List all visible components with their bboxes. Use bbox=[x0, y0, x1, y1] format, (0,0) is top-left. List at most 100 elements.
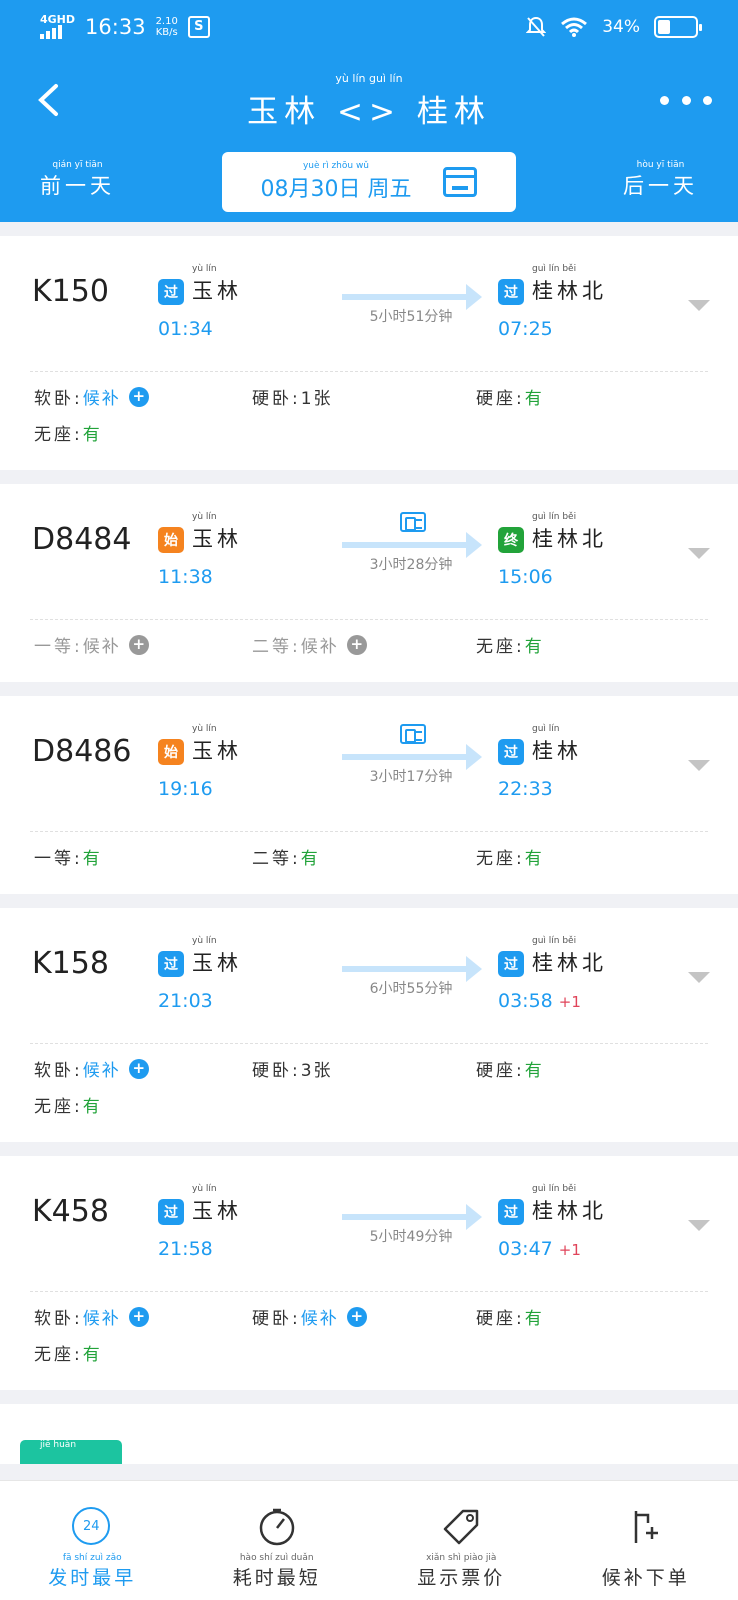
seat-class: 无座: 有 bbox=[34, 420, 102, 445]
waitlist-icon bbox=[626, 1507, 666, 1547]
seat-class: 硬座: 有 bbox=[476, 384, 544, 409]
train-number: K150 bbox=[32, 274, 109, 309]
waitlist-add-button[interactable]: + bbox=[346, 1306, 367, 1327]
arrival-time: 22:33 bbox=[498, 778, 553, 800]
seat-class-name: 硬座: bbox=[476, 389, 525, 409]
seat-class-name: 软卧: bbox=[34, 1061, 83, 1081]
seat-class-name: 二等: bbox=[252, 849, 301, 869]
seat-status: 1张 bbox=[300, 389, 333, 409]
seat-status: 候补 bbox=[300, 1309, 339, 1329]
date-label: yuè rì zhōu wǔ 08月30日 周五 bbox=[260, 161, 412, 202]
bottom-tab-bar: 24 fā shí zuì zǎo 发时最早 hào shí zuì duǎn 耗时最短… bbox=[0, 1480, 738, 1600]
expand-chevron-icon[interactable] bbox=[688, 548, 710, 559]
train-card[interactable]: K158 过 yù lín 玉林 21:03 6小时55分钟 过 guì lín běi 桂林北… bbox=[0, 908, 738, 1142]
station-name: guì lín 桂林 bbox=[532, 724, 582, 763]
station-name: yù lín 玉林 bbox=[192, 512, 242, 551]
station-type-badge: 过 bbox=[498, 279, 524, 305]
tab-label: fā shí zuì zǎo 发时最早 bbox=[48, 1553, 137, 1589]
train-card[interactable]: D8484 始 yù lín 玉林 11:38 3小时28分钟 终 guì lín běi 桂林… bbox=[0, 484, 738, 682]
station-type-badge: 过 bbox=[498, 951, 524, 977]
station-name: guì lín běi 桂林北 bbox=[532, 1184, 607, 1223]
seat-availability: 软卧: 候补 + 硬卧: 3张 硬座: 有无座: 有 bbox=[0, 1044, 738, 1142]
seat-class: 软卧: 候补 + bbox=[34, 384, 149, 409]
seat-class: 硬卧: 候补 + bbox=[252, 1304, 367, 1329]
seat-status: 有 bbox=[300, 849, 320, 869]
train-number: K458 bbox=[32, 1194, 109, 1229]
train-card[interactable]: K150 过 yù lín 玉林 01:34 5小时51分钟 过 guì lín běi 桂林北… bbox=[0, 236, 738, 470]
status-bar: 4GHD 16:33 2.10 KB/s S 34% bbox=[0, 0, 738, 58]
seat-class-name: 一等: bbox=[34, 849, 83, 869]
waitlist-add-button[interactable]: + bbox=[346, 634, 367, 655]
next-day-marker: +1 bbox=[558, 993, 581, 1011]
train-card[interactable]: K458 过 yù lín 玉林 21:58 5小时49分钟 过 guì lín běi 桂林北… bbox=[0, 1156, 738, 1390]
seat-class: 硬卧: 3张 bbox=[252, 1056, 333, 1081]
station-type-badge: 过 bbox=[158, 279, 184, 305]
transfer-tab[interactable]: jiē huàn bbox=[20, 1440, 122, 1464]
seat-class-name: 软卧: bbox=[34, 389, 83, 409]
station-name: yù lín 玉林 bbox=[192, 724, 242, 763]
station-type-badge: 过 bbox=[498, 1199, 524, 1225]
arrival-station: 过 guì lín běi 桂林北 bbox=[498, 936, 607, 977]
duration-arrow-icon bbox=[342, 754, 474, 760]
seat-class-name: 一等: bbox=[34, 637, 83, 657]
seat-availability: 一等: 有二等: 有无座: 有 bbox=[0, 832, 738, 894]
seat-class: 一等: 有 bbox=[34, 844, 102, 869]
tab-label: xiǎn shì piào jià 显示票价 bbox=[417, 1553, 506, 1589]
trip-duration: 5小时49分钟 bbox=[342, 1200, 482, 1250]
departure-time: 11:38 bbox=[158, 566, 213, 588]
seat-row: 一等: 有二等: 有无座: 有 bbox=[0, 844, 738, 880]
seat-status: 有 bbox=[524, 637, 544, 657]
duration-arrow-icon bbox=[342, 542, 474, 548]
waitlist-add-button[interactable]: + bbox=[128, 386, 149, 407]
duration-arrow-icon bbox=[342, 966, 474, 972]
departure-station: 始 yù lín 玉林 bbox=[158, 724, 242, 765]
seat-class-name: 硬卧: bbox=[252, 1309, 301, 1329]
tab-waitlist[interactable]: 候补下单 bbox=[554, 1481, 738, 1600]
date-row: qián yī tiān 前一天 yuè rì zhōu wǔ 08月30日 周… bbox=[0, 150, 738, 214]
waitlist-add-button[interactable]: + bbox=[128, 634, 149, 655]
departure-station: 过 yù lín 玉林 bbox=[158, 936, 242, 977]
seat-class: 二等: 有 bbox=[252, 844, 320, 869]
seat-class-name: 无座: bbox=[476, 849, 525, 869]
arrival-time: 15:06 bbox=[498, 566, 553, 588]
seat-availability: 一等: 候补 + 二等: 候补 + 无座: 有 bbox=[0, 620, 738, 682]
expand-chevron-icon[interactable] bbox=[688, 760, 710, 771]
expand-chevron-icon[interactable] bbox=[688, 972, 710, 983]
seat-status: 有 bbox=[524, 389, 544, 409]
seat-class-name: 硬卧: bbox=[252, 389, 301, 409]
date-picker[interactable]: yuè rì zhōu wǔ 08月30日 周五 bbox=[222, 152, 516, 212]
waitlist-add-button[interactable]: + bbox=[128, 1058, 149, 1079]
duration-text: 5小时49分钟 bbox=[369, 1229, 453, 1245]
expand-chevron-icon[interactable] bbox=[688, 300, 710, 311]
station-type-badge: 过 bbox=[498, 739, 524, 765]
seat-class-name: 软卧: bbox=[34, 1309, 83, 1329]
seat-class: 软卧: 候补 + bbox=[34, 1056, 149, 1081]
tab-shortest[interactable]: hào shí zuì duǎn 耗时最短 bbox=[185, 1481, 370, 1600]
price-tag-icon bbox=[441, 1507, 481, 1547]
next-day-button[interactable]: hòu yī tiān 后一天 bbox=[623, 160, 698, 200]
prev-day-button[interactable]: qián yī tiān 前一天 bbox=[40, 160, 115, 200]
seat-class-name: 硬座: bbox=[476, 1061, 525, 1081]
tab-label: 候补下单 bbox=[601, 1567, 690, 1589]
departure-station: 过 yù lín 玉林 bbox=[158, 264, 242, 305]
seat-row: 软卧: 候补 + 硬卧: 1张 硬座: 有 bbox=[0, 384, 738, 420]
seat-class: 无座: 有 bbox=[476, 632, 544, 657]
battery-fill bbox=[658, 20, 671, 34]
seat-class: 一等: 候补 + bbox=[34, 632, 149, 657]
departure-time: 21:03 bbox=[158, 990, 213, 1012]
departure-time: 21:58 bbox=[158, 1238, 213, 1260]
arrival-station: 过 guì lín 桂林 bbox=[498, 724, 582, 765]
seat-status: 有 bbox=[82, 425, 102, 445]
tab-price[interactable]: xiǎn shì piào jià 显示票价 bbox=[369, 1481, 554, 1600]
more-dot-icon bbox=[660, 95, 669, 105]
seat-class-name: 无座: bbox=[34, 425, 83, 445]
station-name: guì lín běi 桂林北 bbox=[532, 264, 607, 303]
train-card[interactable]: D8486 始 yù lín 玉林 19:16 3小时17分钟 过 guì lín 桂林 22:3… bbox=[0, 696, 738, 894]
more-button[interactable] bbox=[660, 86, 712, 114]
waitlist-add-button[interactable]: + bbox=[128, 1306, 149, 1327]
trip-duration: 6小时55分钟 bbox=[342, 952, 482, 1002]
seat-class: 无座: 有 bbox=[476, 844, 544, 869]
tab-earliest[interactable]: 24 fā shí zuì zǎo 发时最早 bbox=[0, 1481, 185, 1600]
station-type-badge: 终 bbox=[498, 527, 524, 553]
expand-chevron-icon[interactable] bbox=[688, 1220, 710, 1231]
